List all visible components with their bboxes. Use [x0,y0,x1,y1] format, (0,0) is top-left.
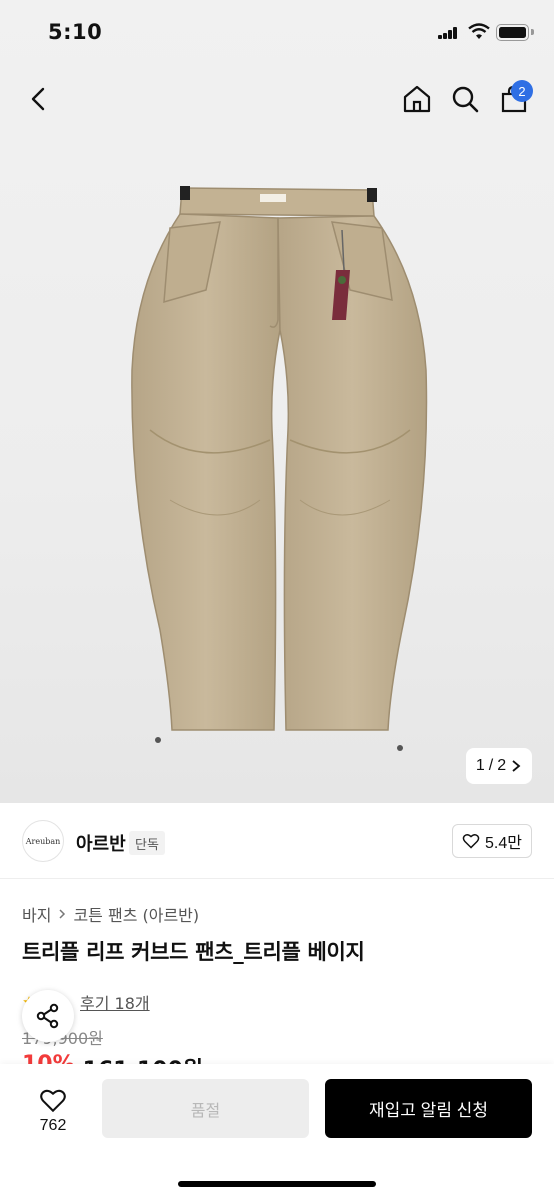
share-button[interactable] [22,990,74,1042]
wish-count: 762 [39,1116,67,1134]
brand-row: Areuban 아르반 단독 5.4만 [0,803,554,879]
heart-icon [40,1089,66,1112]
brand-logo[interactable]: Areuban [22,820,64,862]
image-counter[interactable]: 1 / 2 [466,748,532,784]
bottom-action-bar: 762 품절 재입고 알림 신청 [0,1064,554,1200]
chevron-right-icon [512,760,521,772]
signal-icon [438,27,458,39]
brand-name[interactable]: 아르반 [76,830,126,856]
product-image[interactable] [110,170,450,760]
breadcrumb: 바지 코튼 팬츠 (아르반) [22,902,199,926]
brand-logo-text: Areuban [25,836,61,846]
search-icon[interactable] [448,82,482,116]
heart-icon [462,834,480,849]
soldout-button: 품절 [102,1079,309,1138]
share-icon [36,1003,59,1029]
image-current: 1 [475,757,485,774]
exclusive-badge: 단독 [129,831,165,855]
battery-icon [496,24,529,41]
status-bar: 5:10 [0,0,554,66]
back-icon[interactable] [22,82,56,116]
home-icon[interactable] [400,82,434,116]
product-gallery[interactable] [0,0,554,803]
home-indicator[interactable] [178,1181,376,1187]
product-title: 트리플 리프 커브드 팬츠_트리플 베이지 [22,940,365,964]
wifi-icon [468,23,490,44]
cart-count-badge: 2 [511,80,533,102]
wish-button[interactable]: 762 [22,1082,84,1140]
chevron-right-icon [59,909,66,919]
image-total: 2 [497,757,507,774]
battery-tip [531,29,534,35]
breadcrumb-item[interactable]: 바지 [22,902,51,926]
brand-like-button[interactable]: 5.4만 [452,824,532,858]
status-time: 5:10 [48,20,103,44]
restock-alert-button[interactable]: 재입고 알림 신청 [325,1079,532,1138]
brand-like-count: 5.4만 [485,835,522,852]
breadcrumb-item[interactable]: 코튼 팬츠 (아르반) [73,902,199,926]
review-count-link[interactable]: 후기 18개 [80,990,150,1014]
image-separator: / [488,757,494,774]
